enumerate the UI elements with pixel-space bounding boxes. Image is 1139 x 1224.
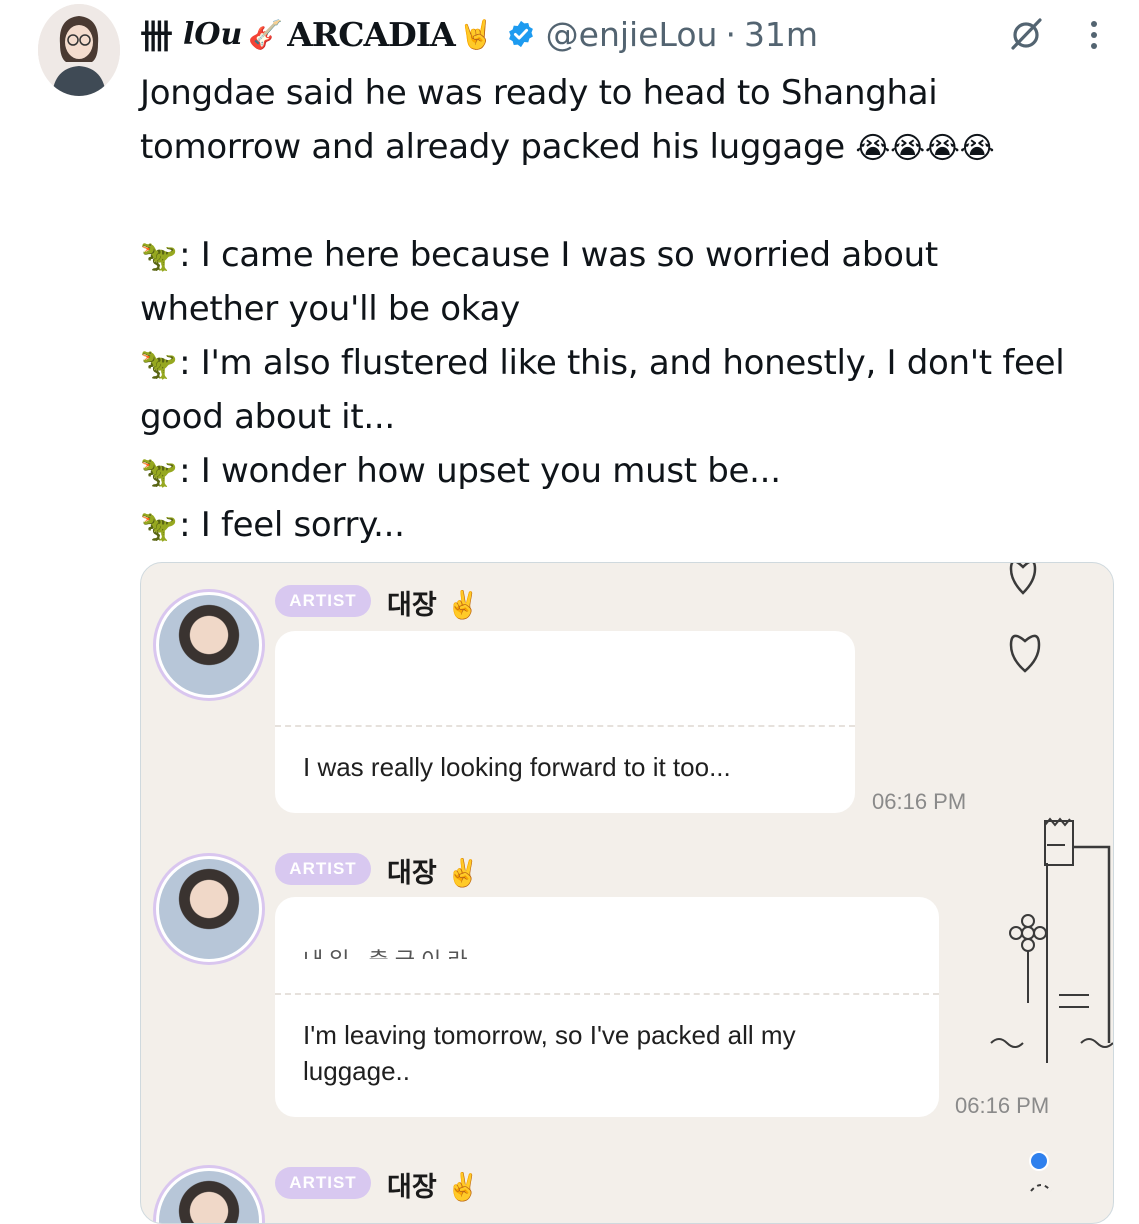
quote-4: 🦖: I feel sorry...: [140, 498, 1130, 552]
tweet-time[interactable]: 31m: [744, 15, 818, 54]
message-bubble: I was really looking forward to it too..…: [275, 631, 855, 813]
message-translation: I was really looking forward to it too..…: [303, 752, 731, 782]
artist-name-text: 대장: [387, 858, 437, 889]
message-translation: I'm leaving tomorrow, so I've packed all…: [303, 1017, 796, 1089]
quote-2a: 🦖: I'm also flustered like this, and hon…: [140, 336, 1130, 390]
quote-2a-text: : I'm also flustered like this, and hone…: [179, 343, 1065, 383]
verified-badge-icon: [506, 19, 536, 49]
peace-emoji: ✌️: [446, 1172, 480, 1203]
name-prefix-glyph: 卌: [140, 17, 173, 56]
artist-name-text: 대장: [387, 590, 437, 621]
guitar-emoji: 🎸: [248, 17, 284, 51]
dinosaur-emoji: 🦖: [140, 509, 178, 544]
quote-1a: 🦖: I came here because I was so worried …: [140, 228, 1130, 282]
separator-dot: ·: [725, 14, 736, 54]
quote-3: 🦖: I wonder how upset you must be...: [140, 444, 1130, 498]
doodle-decoration: [990, 563, 1113, 1063]
artist-name: 대장 ✌️: [387, 851, 480, 890]
dinosaur-emoji: 🦖: [140, 347, 178, 382]
artist-avatar: [153, 1165, 265, 1223]
text-line-1: Jongdae said he was ready to head to Sha…: [140, 73, 938, 113]
dinosaur-emoji: 🦖: [140, 455, 178, 490]
translation-line-1: I'm leaving tomorrow, so I've packed all…: [303, 1020, 796, 1050]
quote-2b: good about it...: [140, 397, 395, 437]
quote-1b: whether you'll be okay: [140, 289, 520, 329]
blue-dot-doodle: [1029, 1151, 1052, 1192]
text-line-2: tomorrow and already packed his luggage …: [140, 120, 1130, 174]
artist-avatar: [153, 589, 265, 701]
quote-4-text: : I feel sorry...: [179, 505, 405, 545]
author-avatar[interactable]: [38, 4, 120, 96]
artist-avatar: [153, 853, 265, 965]
artist-badge: ARTIST: [275, 853, 371, 885]
artist-name-text: 대장: [387, 1172, 437, 1203]
message-bubble: 내일 출국이라 I'm leaving tomorrow, so I've pa…: [275, 897, 939, 1117]
message-time: 06:16 PM: [872, 789, 967, 814]
user-handle[interactable]: @enjieLou: [546, 15, 718, 54]
message-original-korean: 내일 출국이라: [303, 943, 473, 959]
display-name[interactable]: ARCADIA: [287, 15, 456, 54]
rock-emoji: 🤘: [458, 17, 494, 51]
peace-emoji: ✌️: [446, 858, 480, 889]
quote-3-text: : I wonder how upset you must be...: [179, 451, 781, 491]
tweet-header: 卌 lOu 🎸 ARCADIA 🤘 @enjieLou · 31m: [140, 8, 818, 60]
translation-line-2: luggage..: [303, 1056, 410, 1086]
more-dots-icon[interactable]: [1082, 16, 1106, 60]
artist-badge: ARTIST: [275, 585, 371, 617]
artist-name: 대장 ✌️: [387, 583, 480, 622]
artist-name: 대장 ✌️: [387, 1165, 480, 1204]
artist-badge: ARTIST: [275, 1167, 371, 1199]
crying-emojis: 😭😭😭😭: [855, 131, 995, 166]
message-time: 06:16 PM: [955, 1093, 1050, 1118]
tweet-text: Jongdae said he was ready to head to Sha…: [140, 66, 1130, 552]
avatar-illustration: [38, 4, 120, 96]
name-lou[interactable]: lOu: [183, 17, 242, 52]
peace-emoji: ✌️: [446, 590, 480, 621]
grok-icon[interactable]: [1006, 14, 1046, 58]
text-line-2-text: tomorrow and already packed his luggage: [140, 127, 845, 167]
dinosaur-emoji: 🦖: [140, 239, 178, 274]
quote-1a-text: : I came here because I was so worried a…: [179, 235, 938, 275]
tweet-media-image[interactable]: ARTIST 대장 ✌️ I was really looking forwar…: [140, 562, 1114, 1224]
